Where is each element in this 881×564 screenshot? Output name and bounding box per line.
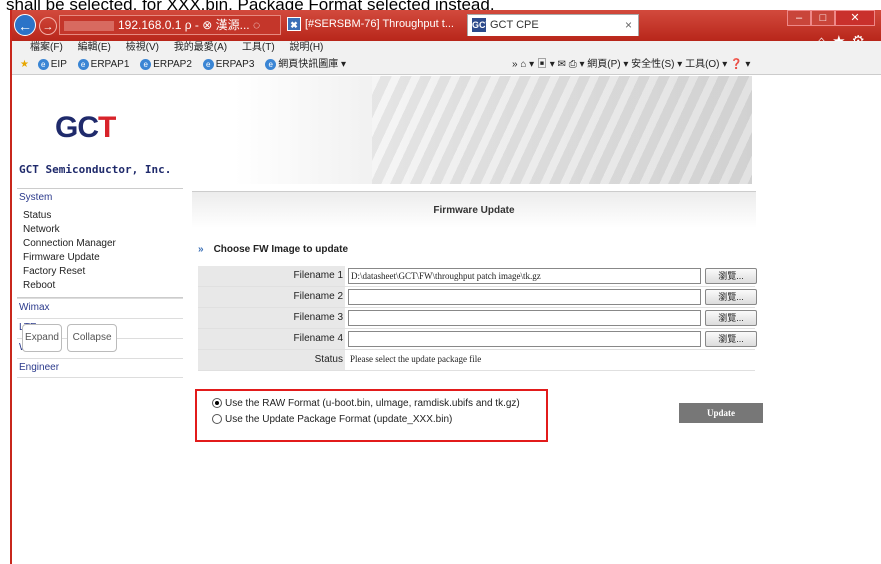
gct-logo: GCT — [55, 111, 116, 145]
menu-help[interactable]: 說明(H) — [290, 42, 324, 53]
raw-format-option[interactable]: Use the RAW Format (u-boot.bin, ulmage, … — [212, 398, 520, 409]
gct-favicon-icon: GCT — [472, 18, 491, 32]
logo-accent: T — [98, 111, 116, 144]
tab-active-label: GCT CPE — [490, 19, 539, 31]
company-name: GCT Semiconductor, Inc. — [19, 163, 172, 176]
file-input-4[interactable] — [348, 331, 701, 347]
expand-button[interactable]: Expand — [22, 324, 62, 352]
sidebar-section-engineer[interactable]: Engineer — [17, 358, 183, 378]
page-title: Firmware Update — [192, 191, 756, 228]
sidebar-buttons: Expand Collapse — [22, 324, 119, 352]
browse-button-1[interactable]: 瀏覽... — [705, 268, 757, 284]
choose-image-label: Choose FW Image to update — [213, 244, 349, 255]
sidebar-item-connection-manager[interactable]: Connection Manager — [17, 237, 183, 251]
favorite-erpap2[interactable]: ERPAP2 — [140, 59, 192, 70]
favorites-star-icon[interactable]: ★ — [20, 59, 29, 70]
favorite-web-slice-gallery[interactable]: 網頁快訊圖庫 ▾ — [265, 59, 346, 70]
forward-arrow-icon[interactable]: → — [39, 17, 57, 35]
favorites-bar: ★ EIP ERPAP1 ERPAP2 ERPAP3 網頁快訊圖庫 ▾ » ⌂ … — [12, 55, 881, 75]
browser-window: ← → 192.168.0.1 ρ - ⊗ 漢源... ◌ ✖ [#SERSBM… — [10, 10, 881, 564]
menu-view[interactable]: 檢視(V) — [126, 42, 159, 53]
favorite-eip[interactable]: EIP — [38, 59, 67, 70]
jira-favicon-icon: ✖ — [287, 17, 301, 31]
radio-unchecked-icon[interactable] — [212, 414, 222, 425]
browser-titlebar: ← → 192.168.0.1 ρ - ⊗ 漢源... ◌ ✖ [#SERSBM… — [12, 10, 881, 50]
chevron-right-icon: » — [198, 244, 204, 255]
browse-button-3[interactable]: 瀏覽... — [705, 310, 757, 326]
file-input-1[interactable]: D:\datasheet\GCT\FW\throughput patch ima… — [348, 268, 701, 284]
file-row-4: Filename 4 瀏覽... — [198, 329, 757, 350]
file-label: Filename 4 — [198, 329, 345, 349]
sidebar-section-system[interactable]: System — [17, 189, 183, 209]
file-row-3: Filename 3 瀏覽... — [198, 308, 757, 329]
menu-file[interactable]: 檔案(F) — [30, 42, 63, 53]
address-controls: ρ - ⊗ 漢源... ◌ — [184, 18, 261, 32]
file-input-3[interactable] — [348, 310, 701, 326]
file-label: Filename 3 — [198, 308, 345, 328]
file-label: Filename 2 — [198, 287, 345, 307]
tab-gct-cpe[interactable]: GCT GCT CPE × — [467, 14, 639, 36]
status-row: Status Please select the update package … — [198, 350, 755, 371]
file-input-2[interactable] — [348, 289, 701, 305]
menu-favorites[interactable]: 我的最愛(A) — [174, 42, 227, 53]
file-label: Filename 1 — [198, 266, 345, 286]
menu-bar: 檔案(F) 編輯(E) 檢視(V) 我的最愛(A) 工具(T) 說明(H) — [12, 41, 881, 55]
maximize-icon[interactable]: □ — [811, 10, 835, 26]
redacted-url-prefix — [64, 20, 114, 31]
logo-main: GC — [55, 111, 99, 144]
tab-close-icon[interactable]: × — [625, 15, 632, 35]
favorite-erpap3[interactable]: ERPAP3 — [203, 59, 255, 70]
browse-button-2[interactable]: 瀏覽... — [705, 289, 757, 305]
status-label: Status — [198, 350, 345, 370]
screenshot-root: shall be selected, for XXX.bin, Package … — [0, 0, 881, 564]
address-bar[interactable]: 192.168.0.1 ρ - ⊗ 漢源... ◌ — [59, 15, 281, 35]
sidebar-item-network[interactable]: Network — [17, 223, 183, 237]
raw-format-label: Use the RAW Format (u-boot.bin, ulmage, … — [225, 398, 520, 409]
address-text: 192.168.0.1 — [118, 18, 182, 32]
update-button[interactable]: Update — [679, 403, 763, 423]
menu-tools[interactable]: 工具(T) — [242, 42, 275, 53]
back-arrow-icon[interactable]: ← — [14, 14, 36, 36]
page-content: GCT GCT Semiconductor, Inc. System Statu… — [12, 76, 881, 564]
tab-jira[interactable]: ✖ [#SERSBM-76] Throughput t... — [283, 14, 463, 36]
command-bar[interactable]: » ⌂ ▾ ▣ ▾ ✉ ⎙ ▾ 網頁(P) ▾ 安全性(S) ▾ 工具(O) ▾… — [512, 55, 750, 75]
sidebar-item-reboot[interactable]: Reboot — [17, 279, 183, 293]
browse-button-4[interactable]: 瀏覽... — [705, 331, 757, 347]
sidebar-item-factory-reset[interactable]: Factory Reset — [17, 265, 183, 279]
package-format-option[interactable]: Use the Update Package Format (update_XX… — [212, 414, 452, 425]
sidebar-group-system: System Status Network Connection Manager… — [17, 188, 183, 298]
minimize-icon[interactable]: – — [787, 10, 811, 26]
choose-image-heading: » Choose FW Image to update — [198, 244, 348, 255]
sidebar-item-status[interactable]: Status — [17, 209, 183, 223]
window-close-icon[interactable]: ✕ — [835, 10, 875, 26]
favorite-erpap1[interactable]: ERPAP1 — [78, 59, 130, 70]
collapse-button[interactable]: Collapse — [67, 324, 118, 352]
package-format-label: Use the Update Package Format (update_XX… — [225, 414, 453, 425]
file-table: Filename 1 D:\datasheet\GCT\FW\throughpu… — [198, 266, 757, 371]
file-row-1: Filename 1 D:\datasheet\GCT\FW\throughpu… — [198, 266, 757, 287]
file-row-2: Filename 2 瀏覽... — [198, 287, 757, 308]
sidebar-section-wimax[interactable]: Wimax — [17, 298, 183, 318]
status-message: Please select the update package file — [350, 354, 482, 364]
window-controls: – □ ✕ — [787, 10, 875, 26]
page-header: GCT GCT Semiconductor, Inc. — [12, 76, 752, 184]
tab-jira-label: [#SERSBM-76] Throughput t... — [305, 18, 454, 30]
menu-edit[interactable]: 編輯(E) — [78, 42, 111, 53]
radio-checked-icon[interactable] — [212, 398, 222, 409]
sidebar-item-firmware-update[interactable]: Firmware Update — [17, 251, 183, 265]
